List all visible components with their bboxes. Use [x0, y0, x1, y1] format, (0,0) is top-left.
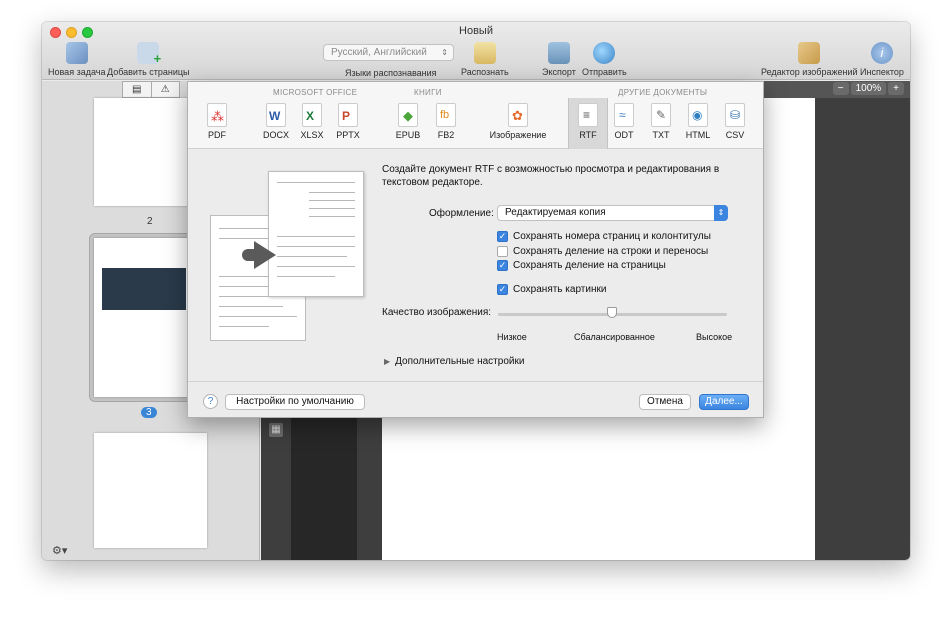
zoom-control: − 100% + — [832, 82, 904, 95]
help-button[interactable]: ? — [203, 394, 218, 409]
format-html[interactable]: ◉ HTML — [678, 103, 718, 140]
odt-icon: ≈ — [614, 103, 634, 127]
disclosure-triangle-icon: ▶ — [384, 357, 391, 366]
rtf-icon: ≡ — [578, 103, 598, 127]
new-task-button[interactable]: Новая задача — [48, 42, 105, 77]
page-number: 2 — [147, 216, 153, 227]
layout-label: Оформление: — [429, 208, 494, 219]
advanced-settings-toggle[interactable]: ▶ Дополнительные настройки — [384, 356, 524, 367]
format-txt[interactable]: ✎ TXT — [641, 103, 681, 140]
format-xlsx[interactable]: X XLSX — [292, 103, 332, 140]
dialog-button-bar: ? Настройки по умолчанию Отмена Далее... — [188, 381, 763, 419]
defaults-button[interactable]: Настройки по умолчанию — [225, 394, 365, 410]
next-button[interactable]: Далее... — [699, 394, 749, 410]
cancel-button[interactable]: Отмена — [639, 394, 691, 410]
group-label-other: ДРУГИЕ ДОКУМЕНТЫ — [618, 88, 708, 97]
epub-icon: ◆ — [398, 103, 418, 127]
export-dialog: MICROSOFT OFFICE КНИГИ ДРУГИЕ ДОКУМЕНТЫ … — [187, 81, 764, 418]
powerpoint-icon: P — [338, 103, 358, 127]
image-icon: ✿ — [508, 103, 528, 127]
group-label-office: MICROSOFT OFFICE — [273, 88, 358, 97]
warnings-tab-icon[interactable]: ⚠ — [150, 82, 180, 97]
recognize-button[interactable]: Распознать — [461, 42, 509, 77]
gear-icon[interactable]: ⚙▾ — [52, 544, 67, 557]
format-odt[interactable]: ≈ ODT — [604, 103, 644, 140]
format-rtf[interactable]: ≡ RTF — [568, 98, 608, 149]
inspector-button[interactable]: i Инспектор — [860, 42, 904, 77]
word-icon: W — [266, 103, 286, 127]
checkbox[interactable] — [497, 246, 508, 257]
image-editor-icon — [798, 42, 821, 64]
option-keep-line-breaks[interactable]: Сохранять деление на строки и переносы — [497, 246, 708, 257]
zoom-out-button[interactable]: − — [832, 82, 849, 95]
pdf-icon: ⁂ — [207, 103, 227, 127]
checkbox[interactable]: ✓ — [497, 284, 508, 295]
checkbox[interactable]: ✓ — [497, 260, 508, 271]
arrow-right-icon — [254, 241, 276, 269]
zoom-in-button[interactable]: + — [888, 82, 904, 95]
info-icon: i — [870, 42, 893, 64]
send-button[interactable]: Отправить — [582, 42, 627, 77]
grid-view-icon[interactable]: ▦ — [269, 423, 283, 437]
app-window: Новый Новая задача + Добавить страницы Р… — [42, 22, 910, 560]
recognition-languages-select[interactable]: Русский, Английский ⇕ — [323, 44, 454, 61]
updown-arrows-icon: ⇕ — [441, 48, 448, 57]
format-fb2[interactable]: fb FB2 — [426, 103, 466, 140]
option-keep-pictures[interactable]: ✓ Сохранять картинки — [497, 284, 606, 295]
export-icon — [547, 42, 570, 64]
checkbox[interactable]: ✓ — [497, 231, 508, 242]
updown-arrows-icon: ⇕ — [714, 205, 728, 221]
csv-icon: ⛁ — [725, 103, 745, 127]
sidebar-tabs: ▤ ⚠ — [122, 81, 180, 98]
format-image[interactable]: ✿ Изображение — [488, 103, 548, 140]
txt-icon: ✎ — [651, 103, 671, 127]
result-page-illustration — [268, 171, 364, 297]
image-quality-label: Качество изображения: — [382, 307, 492, 318]
image-quality-slider-thumb[interactable] — [607, 307, 617, 318]
add-pages-button[interactable]: + Добавить страницы — [107, 42, 190, 77]
thumbnail-image — [102, 268, 186, 310]
recognition-languages-caption: Языки распознавания — [345, 68, 437, 78]
group-label-books: КНИГИ — [414, 88, 442, 97]
option-keep-page-numbers[interactable]: ✓ Сохранять номера страниц и колонтитулы — [497, 231, 711, 242]
option-keep-page-breaks[interactable]: ✓ Сохранять деление на страницы — [497, 260, 666, 271]
toolbar: Новый Новая задача + Добавить страницы Р… — [42, 22, 910, 80]
format-pptx[interactable]: P PPTX — [328, 103, 368, 140]
excel-icon: X — [302, 103, 322, 127]
quality-high-label: Высокое — [696, 332, 733, 342]
magic-wand-icon — [65, 42, 88, 64]
image-editor-button[interactable]: Редактор изображений — [761, 42, 858, 77]
zoom-level-select[interactable]: 100% — [850, 82, 887, 95]
fb2-icon: fb — [436, 103, 456, 127]
format-docx[interactable]: W DOCX — [256, 103, 296, 140]
page-thumbnail[interactable] — [94, 433, 207, 548]
quality-low-label: Низкое — [497, 332, 527, 342]
globe-icon — [593, 42, 616, 64]
format-pdf[interactable]: ⁂ PDF — [197, 103, 237, 140]
format-selector: MICROSOFT OFFICE КНИГИ ДРУГИЕ ДОКУМЕНТЫ … — [188, 82, 763, 149]
format-epub[interactable]: ◆ EPUB — [388, 103, 428, 140]
page-number-selected: 3 — [141, 407, 157, 418]
html-icon: ◉ — [688, 103, 708, 127]
pages-tab-icon[interactable]: ▤ — [123, 82, 151, 97]
format-csv[interactable]: ⛁ CSV — [715, 103, 755, 140]
format-description: Создайте документ RTF с возможностью про… — [382, 164, 720, 188]
quality-balanced-label: Сбалансированное — [574, 332, 655, 342]
export-button[interactable]: Экспорт — [542, 42, 576, 77]
recognize-icon — [473, 42, 496, 64]
layout-select[interactable]: Редактируемая копия ⇕ — [497, 205, 728, 221]
add-page-icon: + — [137, 42, 161, 66]
conversion-illustration — [210, 171, 364, 344]
window-title: Новый — [459, 25, 493, 37]
